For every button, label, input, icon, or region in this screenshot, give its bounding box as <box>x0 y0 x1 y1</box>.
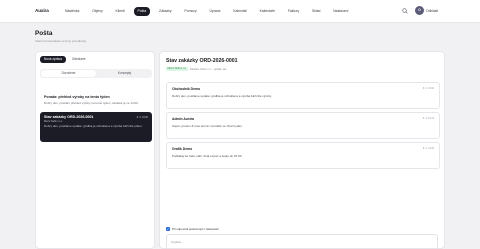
app-logo[interactable]: Auxira <box>35 8 49 13</box>
thread-actions: Nová zpráva Odeslané <box>40 56 90 63</box>
thread-preview: Dobrý den, posíláme update: grafika je s… <box>44 123 143 128</box>
nav-item-kalendare[interactable]: Kalendáře <box>256 7 279 16</box>
copy-checkbox-label: Při odpovědi poslat kopii i zadavateli <box>172 227 219 231</box>
avatar[interactable]: O <box>415 6 424 15</box>
nav-item-faktury[interactable]: Faktury <box>284 7 303 16</box>
search-icon[interactable] <box>402 8 408 14</box>
new-message-button[interactable]: Nová zpráva <box>40 56 66 63</box>
conversation-title: Stav zakázky ORD-2026-0001 <box>166 58 238 64</box>
nav-item-posta[interactable]: Pošta <box>133 6 151 16</box>
thread-time: 8. 3. 10:00 <box>136 115 148 119</box>
page-subtitle: Interní komunikace a týmy pro klienty <box>35 39 87 43</box>
message-text: Dobrý den, posíláme update: grafika je s… <box>172 94 272 98</box>
message-list: Obchodník Demo Dobrý den, posíláme updat… <box>166 82 440 249</box>
folder-switch: Doručené Koncepty <box>40 69 152 78</box>
copy-checkbox[interactable]: ✓ <box>166 227 170 231</box>
thread-list-panel: Nová zpráva Odeslané Doručené Koncepty P… <box>35 51 155 249</box>
client-badge: Klient: Nefin s.r.o. <box>166 67 188 71</box>
thread-preview: Dobrý den, posílám přehled výroby na ten… <box>44 100 139 105</box>
nav-item-zakazky[interactable]: Zákazky <box>155 7 176 16</box>
conversation-meta-text: Zakázka: Nefin s.r.o. – grafika, tisk <box>189 67 227 71</box>
message-text: Podklady ke tisku nahr. final export a k… <box>172 154 243 158</box>
reply-input[interactable]: Napište... <box>166 234 438 249</box>
thread-client: Klient: Nefin s.r.o. <box>44 119 63 123</box>
copy-to-client-option: ✓ Při odpovědi poslat kopii i zadavateli <box>166 227 219 231</box>
nav-item-klienti[interactable]: Klienti <box>111 7 128 16</box>
message-author: Grafik Demo <box>172 147 193 151</box>
message-author: Obchodník Demo <box>172 87 201 91</box>
page-title: Pošta <box>35 30 53 37</box>
nav-item-nastenka[interactable]: Nástěnka <box>61 7 83 16</box>
nav-item-pomocy[interactable]: Pomocy <box>180 7 200 16</box>
message-time: 8. 3. 11:05 <box>422 147 434 150</box>
tab-drafts[interactable]: Koncepty <box>97 69 152 78</box>
message-author: Admin Auxira <box>172 117 194 121</box>
conversation-panel: Stav zakázky ORD-2026-0001 Klient: Nefin… <box>159 51 445 249</box>
message-text: Super, prosím & time termín montáže ve z… <box>172 124 243 128</box>
nav-item-objevy[interactable]: Objevy <box>88 7 107 16</box>
nav-item-nastaveni[interactable]: Nastavení <box>329 7 352 16</box>
nav-item-sklad[interactable]: Sklad <box>308 7 324 16</box>
message-card: Admin Auxira Super, prosím & time termín… <box>166 112 440 139</box>
nav-menu: Nástěnka Objevy Klienti Pošta Zákazky Po… <box>61 6 357 16</box>
nav-item-uprava[interactable]: Úprava <box>205 7 224 16</box>
top-navigation: Auxira Nástěnka Objevy Klienti Pošta Zák… <box>0 0 480 23</box>
message-time: 8. 3. 10:14 <box>422 117 434 120</box>
logout-link[interactable]: Odhlásit <box>426 9 438 13</box>
thread-item[interactable]: Porada: přehled výroby na tento týden Do… <box>40 92 152 108</box>
thread-title: Porada: přehled výroby na tento týden <box>44 95 110 99</box>
message-card: Obchodník Demo Dobrý den, posíláme updat… <box>166 82 440 109</box>
message-card: Grafik Demo Podklady ke tisku nahr. fina… <box>166 142 440 169</box>
sent-button[interactable]: Odeslané <box>68 56 90 63</box>
nav-item-kalendar[interactable]: Kalendář <box>229 7 251 16</box>
thread-item-selected[interactable]: Stav zakázky ORD-2026-0001 Klient: Nefin… <box>40 112 152 142</box>
tab-inbox[interactable]: Doručené <box>41 70 96 77</box>
conversation-meta: Klient: Nefin s.r.o. Zakázka: Nefin s.r.… <box>166 67 226 71</box>
message-time: 8. 3. 10:00 <box>422 87 434 90</box>
